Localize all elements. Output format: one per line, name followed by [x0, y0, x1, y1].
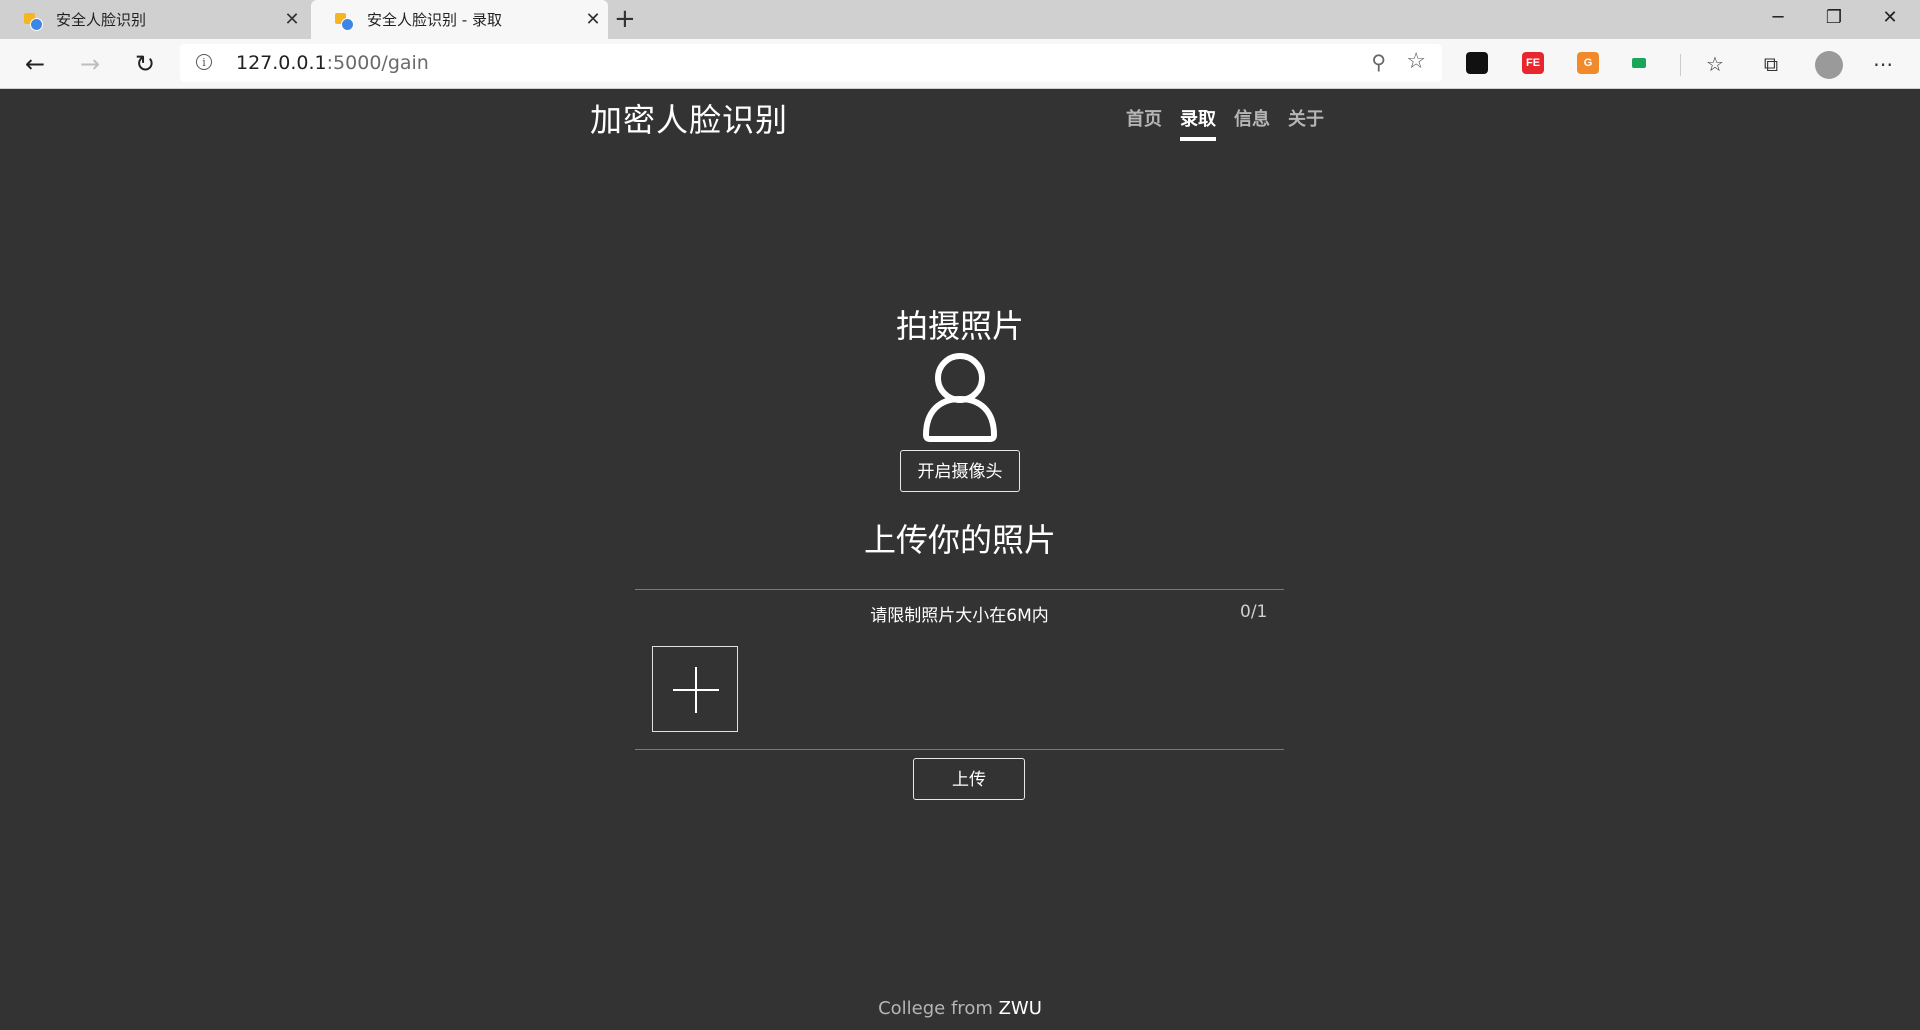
- site-favicon-icon: [335, 11, 354, 31]
- page-content: 加密人脸识别 首页 录取 信息 关于 拍摄照片 开启摄像头 上传你的照片 请限制…: [0, 89, 1920, 1030]
- url-text[interactable]: 127.0.0.1:5000/gain: [236, 44, 429, 82]
- site-info-icon[interactable]: i: [196, 54, 212, 70]
- tab-home[interactable]: 安全人脸识别 ✕: [0, 0, 307, 39]
- refresh-icon[interactable]: ↻: [130, 49, 160, 79]
- more-options-icon[interactable]: ⋯: [1868, 49, 1898, 79]
- upload-bottom-divider: [635, 749, 1284, 750]
- tab-title: 安全人脸识别 - 录取: [367, 11, 502, 29]
- size-limit-hint: 请限制照片大小在6M内: [870, 606, 1049, 626]
- restore-icon[interactable]: ❐: [1806, 0, 1862, 39]
- new-tab-icon[interactable]: +: [614, 5, 636, 33]
- footer-prefix: College from: [878, 998, 999, 1019]
- favorite-star-icon[interactable]: ☆: [1406, 49, 1426, 74]
- tab-gain[interactable]: 安全人脸识别 - 录取 ✕: [311, 0, 608, 39]
- window-close-icon[interactable]: ✕: [1862, 0, 1918, 39]
- nav-info[interactable]: 信息: [1234, 105, 1270, 141]
- nav-home[interactable]: 首页: [1126, 105, 1162, 141]
- tampermonkey-icon[interactable]: [1466, 52, 1488, 74]
- google-translate-icon[interactable]: G: [1577, 52, 1599, 74]
- favorites-icon[interactable]: ☆: [1700, 49, 1730, 79]
- profile-avatar[interactable]: [1815, 51, 1843, 79]
- collections-icon[interactable]: ⧉: [1756, 49, 1786, 79]
- zoom-icon[interactable]: ⚲: [1371, 50, 1386, 74]
- green-extension-icon[interactable]: [1632, 58, 1646, 68]
- footer-org: ZWU: [998, 998, 1042, 1019]
- minimize-icon[interactable]: ─: [1750, 0, 1806, 39]
- url-host: 127.0.0.1: [236, 52, 327, 74]
- fe-helper-icon[interactable]: FE: [1522, 52, 1544, 74]
- site-favicon-icon: [24, 11, 43, 31]
- footer: College from ZWU: [0, 998, 1920, 1019]
- nav-gain[interactable]: 录取: [1180, 105, 1216, 141]
- address-bar[interactable]: i 127.0.0.1:5000/gain ⚲ ☆: [180, 44, 1442, 82]
- site-title: 加密人脸识别: [590, 101, 789, 139]
- forward-icon[interactable]: →: [75, 49, 105, 79]
- tab-strip: 安全人脸识别 ✕ 安全人脸识别 - 录取 ✕ + ─ ❐ ✕: [0, 0, 1920, 39]
- add-photo-button[interactable]: [652, 646, 738, 732]
- upload-title: 上传你的照片: [863, 521, 1056, 559]
- capture-title: 拍摄照片: [895, 307, 1024, 345]
- url-path: :5000/gain: [326, 52, 429, 74]
- close-tab-icon[interactable]: ✕: [578, 9, 608, 30]
- toolbar-divider: [1680, 54, 1681, 76]
- back-icon[interactable]: ←: [20, 49, 50, 79]
- upload-button[interactable]: 上传: [913, 758, 1025, 800]
- close-tab-icon[interactable]: ✕: [277, 9, 307, 30]
- main-nav: 首页 录取 信息 关于: [1126, 105, 1324, 141]
- upload-top-divider: [635, 589, 1284, 590]
- file-count: 0/1: [1240, 602, 1268, 622]
- open-camera-button[interactable]: 开启摄像头: [900, 450, 1020, 492]
- browser-toolbar: ← → ↻ i 127.0.0.1:5000/gain ⚲ ☆ FE G ☆ ⧉…: [0, 39, 1920, 89]
- nav-about[interactable]: 关于: [1288, 105, 1324, 141]
- user-outline-icon: [923, 353, 997, 442]
- tab-title: 安全人脸识别: [56, 11, 147, 29]
